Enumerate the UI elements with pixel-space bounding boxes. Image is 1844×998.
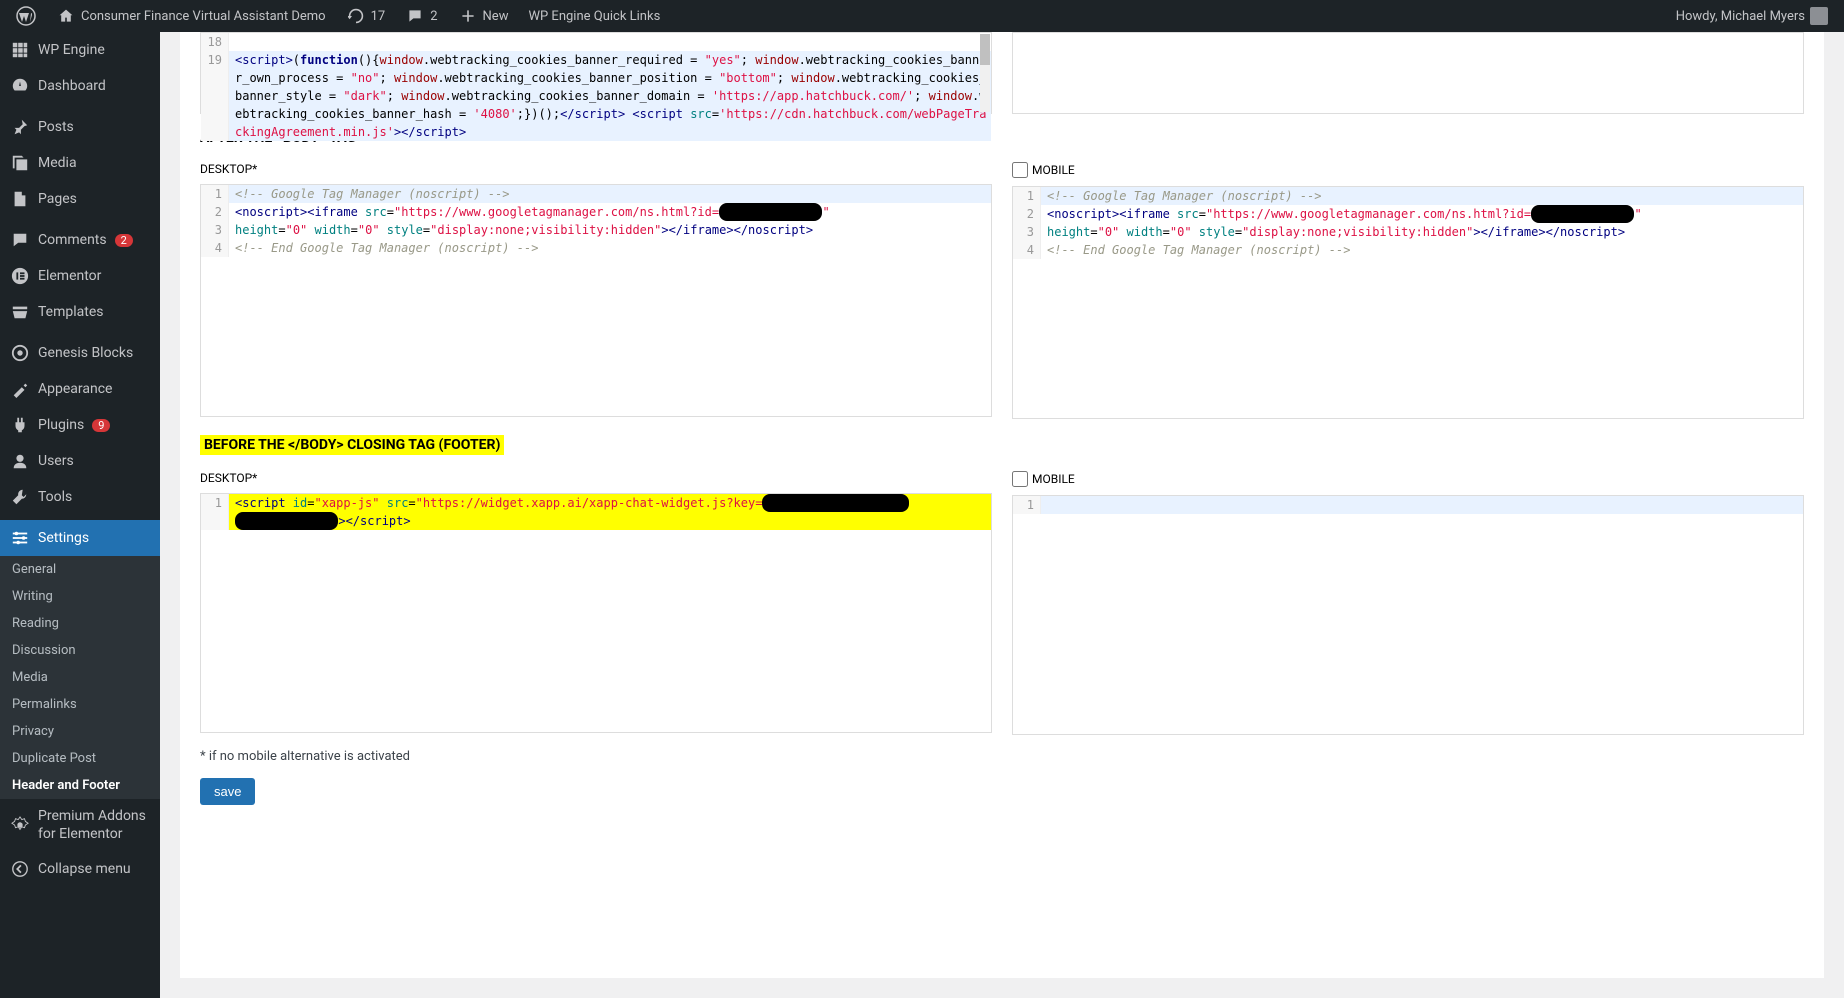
submenu-item-header-and-footer[interactable]: Header and Footer xyxy=(0,772,160,799)
sidebar-item-label: Users xyxy=(38,453,74,469)
wpengine-icon xyxy=(10,40,30,60)
desktop-label: DESKTOP* xyxy=(200,162,992,176)
sidebar-item-plugins[interactable]: Plugins 9 xyxy=(0,407,160,443)
sidebar-item-label: Elementor xyxy=(38,268,101,284)
sidebar-item-users[interactable]: Users xyxy=(0,443,160,479)
save-button[interactable]: save xyxy=(200,778,255,805)
elementor-icon xyxy=(10,266,30,286)
home-icon xyxy=(56,6,76,26)
sidebar-item-label: Posts xyxy=(38,119,74,135)
wp-logo[interactable] xyxy=(8,6,44,26)
submenu-item-media[interactable]: Media xyxy=(0,664,160,691)
avatar xyxy=(1810,7,1828,25)
sidebar-item-label: Settings xyxy=(38,530,89,546)
sidebar-item-label: Genesis Blocks xyxy=(38,345,133,361)
sidebar-item-appearance[interactable]: Appearance xyxy=(0,371,160,407)
submenu-item-reading[interactable]: Reading xyxy=(0,610,160,637)
plus-icon xyxy=(458,6,478,26)
gear-icon xyxy=(10,815,30,835)
howdy-user[interactable]: Howdy, Michael Myers xyxy=(1668,7,1836,25)
sidebar-item-label: Media xyxy=(38,155,77,171)
media-icon xyxy=(10,153,30,173)
tools-icon xyxy=(10,487,30,507)
dashboard-icon xyxy=(10,76,30,96)
admin-sidebar: WP Engine Dashboard Posts Media Pages Comment… xyxy=(0,32,160,998)
body-code-editor-mobile[interactable]: 1<!-- Google Tag Manager (noscript) --> … xyxy=(1012,186,1804,419)
sidebar-item-pages[interactable]: Pages xyxy=(0,181,160,217)
submenu-item-general[interactable]: General xyxy=(0,556,160,583)
sidebar-item-label: Tools xyxy=(38,489,72,505)
mobile-checkbox-footer[interactable] xyxy=(1012,471,1028,487)
settings-icon xyxy=(10,528,30,548)
mobile-checkbox-body[interactable] xyxy=(1012,162,1028,178)
comments-icon xyxy=(10,230,30,250)
sidebar-item-dashboard[interactable]: Dashboard xyxy=(0,68,160,104)
pin-icon xyxy=(10,117,30,137)
sidebar-item-label: Plugins xyxy=(38,417,84,433)
notification-badge: 2 xyxy=(115,234,133,247)
footnote: * if no mobile alternative is activated xyxy=(200,749,1804,764)
submenu-item-permalinks[interactable]: Permalinks xyxy=(0,691,160,718)
sidebar-item-label: Templates xyxy=(38,304,104,320)
site-link[interactable]: Consumer Finance Virtual Assistant Demo xyxy=(48,6,334,26)
sidebar-item-label: Dashboard xyxy=(38,78,106,94)
sidebar-item-wp-engine[interactable]: WP Engine xyxy=(0,32,160,68)
submenu-item-discussion[interactable]: Discussion xyxy=(0,637,160,664)
code-line: <script>(function(){window.webtracking_c… xyxy=(229,51,991,141)
templates-icon xyxy=(10,302,30,322)
sidebar-item-label: Pages xyxy=(38,191,77,207)
sidebar-item-label: WP Engine xyxy=(38,42,105,58)
scrollbar[interactable] xyxy=(980,34,990,112)
submenu-item-privacy[interactable]: Privacy xyxy=(0,718,160,745)
admin-toolbar: Consumer Finance Virtual Assistant Demo … xyxy=(0,0,1844,32)
footer-code-editor-mobile[interactable]: 1 xyxy=(1012,495,1804,735)
new-link[interactable]: New xyxy=(450,6,517,26)
genesis-icon xyxy=(10,343,30,363)
footer-code-editor-desktop[interactable]: 1<script id="xapp-js" src="https://widge… xyxy=(200,493,992,733)
comments-link[interactable]: 2 xyxy=(397,6,445,26)
collapse-menu[interactable]: Collapse menu xyxy=(0,851,160,887)
sidebar-item-tools[interactable]: Tools xyxy=(0,479,160,515)
sidebar-item-elementor[interactable]: Elementor xyxy=(0,258,160,294)
notification-badge: 9 xyxy=(92,419,110,432)
desktop-label: DESKTOP* xyxy=(200,471,992,485)
body-code-editor-desktop[interactable]: 1<!-- Google Tag Manager (noscript) --> … xyxy=(200,184,992,417)
submenu-item-writing[interactable]: Writing xyxy=(0,583,160,610)
head-code-editor-desktop[interactable]: 18 19<script>(function(){window.webtrack… xyxy=(200,32,992,114)
sidebar-item-genesis-blocks[interactable]: Genesis Blocks xyxy=(0,335,160,371)
mobile-label: MOBILE xyxy=(1032,163,1075,177)
sidebar-item-comments[interactable]: Comments 2 xyxy=(0,222,160,258)
sidebar-item-label: Appearance xyxy=(38,381,112,397)
plugins-icon xyxy=(10,415,30,435)
sidebar-item-settings[interactable]: Settings xyxy=(0,520,160,556)
sidebar-item-media[interactable]: Media xyxy=(0,145,160,181)
main-content: 18 19<script>(function(){window.webtrack… xyxy=(180,32,1824,978)
mobile-label: MOBILE xyxy=(1032,472,1075,486)
head-code-editor-mobile[interactable] xyxy=(1012,32,1804,114)
update-icon xyxy=(346,6,366,26)
appearance-icon xyxy=(10,379,30,399)
sidebar-item-templates[interactable]: Templates xyxy=(0,294,160,330)
pages-icon xyxy=(10,189,30,209)
premium-addons-item[interactable]: Premium Addons for Elementor xyxy=(0,799,160,851)
sidebar-item-posts[interactable]: Posts xyxy=(0,109,160,145)
sidebar-item-label: Comments xyxy=(38,232,107,248)
site-name: Consumer Finance Virtual Assistant Demo xyxy=(81,9,326,24)
submenu-item-duplicate-post[interactable]: Duplicate Post xyxy=(0,745,160,772)
updates-link[interactable]: 17 xyxy=(338,6,394,26)
users-icon xyxy=(10,451,30,471)
wpengine-quicklinks[interactable]: WP Engine Quick Links xyxy=(520,9,668,24)
comment-icon xyxy=(405,6,425,26)
section-footer-title: BEFORE THE </BODY> CLOSING TAG (FOOTER) xyxy=(200,435,504,455)
collapse-icon xyxy=(10,859,30,879)
wordpress-icon xyxy=(16,6,36,26)
